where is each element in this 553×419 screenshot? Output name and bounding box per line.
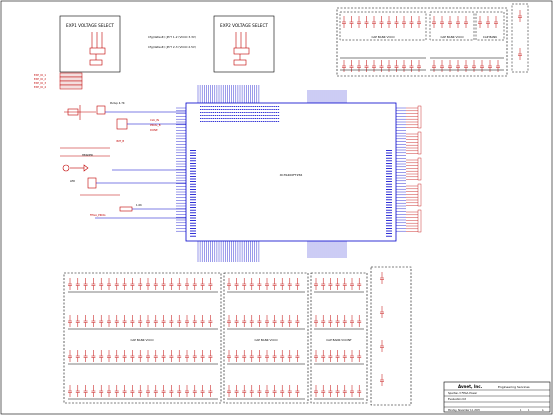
top-cap-caption-1: CAP BANK VCCO [371, 35, 395, 39]
net-fpga-prog: FPGA_PROG [90, 213, 106, 217]
exp2-title: EXP2 VOLTAGE SELECT [220, 23, 268, 28]
exp2-voltage-select-block: EXP2 VOLTAGE SELECT [213, 15, 275, 73]
net-label-2: EXP_IO_2 [34, 77, 46, 81]
top-cap-caption-3: CAP BANK [483, 35, 497, 39]
sheet-border [0, 0, 553, 415]
net-init: INIT_B [116, 139, 124, 143]
title-block: Avnet, Inc. Engineering Services Spartan… [443, 381, 551, 413]
left-note-res: 1.0K [136, 203, 142, 207]
bottom-cap-caption-3: CAP BANK VCCINT [326, 338, 352, 342]
left-net-group: EXP_IO_1 EXP_IO_2 EXP_IO_3 EXP_IO_4 [34, 72, 83, 90]
fpga-symbol: XC3S400FT256 [176, 85, 406, 262]
exp1-title: EXP1 VOLTAGE SELECT [66, 23, 114, 28]
fpga-part-number: XC3S400FT256 [280, 173, 303, 177]
title-date: Monday, November 14, 2005 [448, 409, 480, 412]
exp1-note-1: Cfg(default): JP?? 1-2 (VCCO 3.3V) [148, 35, 196, 39]
right-net-groups [406, 105, 422, 233]
top-cap-caption-2: CAP BANK VCCO [440, 35, 464, 39]
net-prog: PROG_B [150, 123, 161, 127]
title-company: Avnet, Inc. [458, 384, 483, 389]
left-note-pullup: Pullup 4.7K [110, 101, 125, 105]
net-label-4: EXP_IO_4 [34, 85, 46, 89]
title-department: Engineering Services [498, 385, 530, 389]
left-note-header: HEADER [82, 153, 93, 157]
bottom-cap-bank: CAP BANK VCCO CAP BANK VCCO CAP BANK VCC… [63, 266, 412, 406]
net-done: DONE [150, 128, 158, 132]
exp1-voltage-select-block: EXP1 VOLTAGE SELECT [59, 15, 121, 73]
exp1-note-2: Cfg(default): JP?? 2-3 (VCCO 2.5V) [148, 45, 196, 49]
bottom-cap-caption-2: CAP BANK VCCO [254, 338, 278, 342]
left-note-led: LED [70, 179, 75, 183]
net-label-3: EXP_IO_3 [34, 81, 46, 85]
title-main: Spartan-3 FPGA Power [448, 391, 478, 395]
left-peripherals [60, 105, 186, 219]
top-cap-bank: CAP BANK VCCO CAP BANK VCCO CAP BANK [336, 3, 529, 77]
net-clk: CLK_IN [150, 118, 159, 122]
bottom-cap-caption-1: CAP BANK VCCO [130, 338, 154, 342]
schematic-canvas: EXP1 VOLTAGE SELECT Cfg(default): JP?? 1… [0, 0, 553, 415]
schematic-sheet: EXP1 VOLTAGE SELECT Cfg(default): JP?? 1… [0, 0, 553, 415]
title-project: Evaluation Kit [448, 397, 466, 401]
net-label-1: EXP_IO_1 [34, 73, 46, 77]
